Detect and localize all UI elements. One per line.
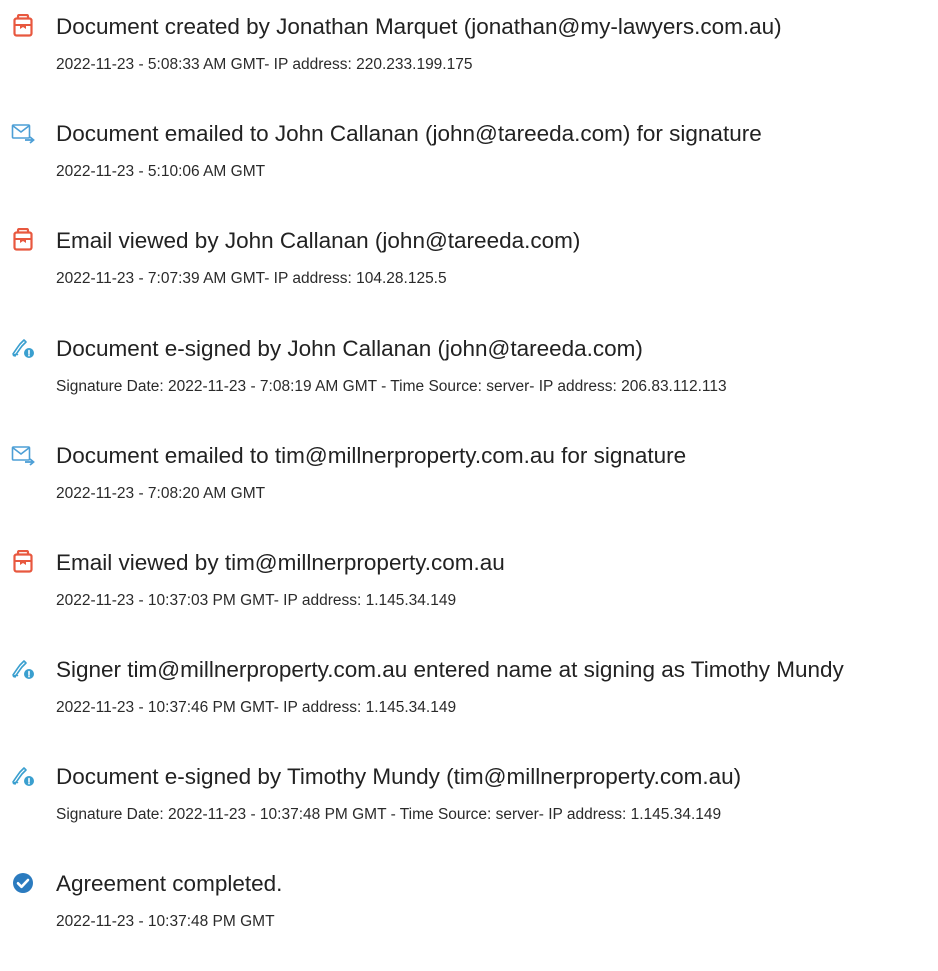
event-detail: 2022-11-23 - 7:08:20 AM GMT: [56, 485, 266, 502]
audit-event-signed-john: Document e-signed by John Callanan (john…: [0, 336, 938, 436]
audit-event-document-created: Document created by Jonathan Marquet (jo…: [0, 14, 938, 114]
event-detail: 2022-11-23 - 10:37:48 PM GMT: [56, 913, 275, 930]
event-detail: 2022-11-23 - 10:37:03 PM GMT- IP address…: [56, 592, 457, 609]
e-sign-pen-icon: [11, 657, 35, 681]
email-sent-icon: [11, 121, 35, 145]
check-circle-icon: [11, 871, 35, 895]
audit-event-signed-tim: Document e-signed by Timothy Mundy (tim@…: [0, 764, 938, 864]
event-title: Document e-signed by Timothy Mundy (tim@…: [56, 764, 742, 789]
event-detail: 2022-11-23 - 7:07:39 AM GMT- IP address:…: [56, 270, 447, 287]
event-detail: Signature Date: 2022-11-23 - 10:37:48 PM…: [56, 806, 722, 823]
event-title: Agreement completed.: [56, 871, 283, 896]
email-sent-icon: [11, 443, 35, 467]
event-title: Document emailed to tim@millnerproperty.…: [56, 443, 687, 468]
audit-event-emailed-john: Document emailed to John Callanan (john@…: [0, 121, 938, 221]
audit-event-emailed-tim: Document emailed to tim@millnerproperty.…: [0, 443, 938, 543]
document-icon: [11, 14, 35, 38]
audit-event-email-viewed-tim: Email viewed by tim@millnerproperty.com.…: [0, 550, 938, 650]
document-icon: [11, 228, 35, 252]
event-title: Document e-signed by John Callanan (john…: [56, 336, 643, 361]
event-title: Email viewed by John Callanan (john@tare…: [56, 228, 581, 253]
audit-event-agreement-completed: Agreement completed. 2022-11-23 - 10:37:…: [0, 871, 938, 971]
event-title: Signer tim@millnerproperty.com.au entere…: [56, 657, 844, 682]
event-detail: Signature Date: 2022-11-23 - 7:08:19 AM …: [56, 378, 727, 395]
e-sign-pen-icon: [11, 336, 35, 360]
event-detail: 2022-11-23 - 5:10:06 AM GMT: [56, 163, 266, 180]
event-title: Email viewed by tim@millnerproperty.com.…: [56, 550, 505, 575]
audit-event-name-entered-tim: Signer tim@millnerproperty.com.au entere…: [0, 657, 938, 757]
event-detail: 2022-11-23 - 10:37:46 PM GMT- IP address…: [56, 699, 457, 716]
audit-event-email-viewed-john: Email viewed by John Callanan (john@tare…: [0, 228, 938, 328]
event-title: Document emailed to John Callanan (john@…: [56, 121, 762, 146]
document-icon: [11, 550, 35, 574]
e-sign-pen-icon: [11, 764, 35, 788]
event-title: Document created by Jonathan Marquet (jo…: [56, 14, 782, 39]
event-detail: 2022-11-23 - 5:08:33 AM GMT- IP address:…: [56, 56, 473, 73]
